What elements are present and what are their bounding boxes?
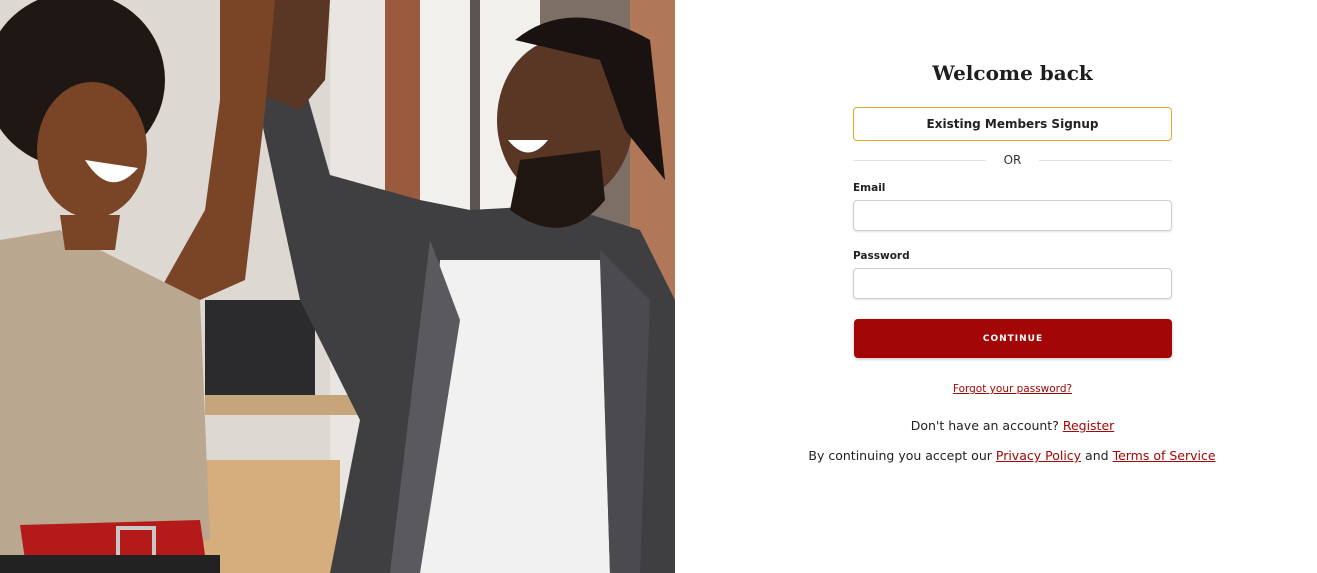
and-text: and (1085, 448, 1109, 463)
divider-line-right (1039, 159, 1173, 161)
divider-line-left (853, 159, 986, 161)
continue-button[interactable]: CONTINUE (854, 319, 1172, 358)
terms-of-service-link[interactable]: Terms of Service (1113, 448, 1216, 463)
no-account-text: Don't have an account? (910, 418, 1059, 433)
people-high-five-photo (0, 0, 675, 573)
register-row: Don't have an account? Register (853, 418, 1172, 434)
hero-image (0, 0, 675, 573)
existing-members-signup-button[interactable]: Existing Members Signup (853, 107, 1172, 141)
password-label: Password (853, 250, 910, 262)
forgot-password-link[interactable]: Forgot your password? (953, 383, 1072, 395)
forgot-password-row: Forgot your password? (853, 380, 1172, 396)
divider-text: OR (1003, 153, 1022, 167)
password-field[interactable] (853, 268, 1172, 299)
terms-row: By continuing you accept our Privacy Pol… (790, 448, 1234, 464)
privacy-policy-link[interactable]: Privacy Policy (996, 448, 1081, 463)
terms-prefix-text: By continuing you accept our (808, 448, 992, 463)
register-link[interactable]: Register (1063, 418, 1114, 433)
or-divider: OR (853, 141, 1173, 179)
email-label: Email (853, 182, 886, 194)
page-title: Welcome back (932, 61, 1093, 85)
login-form: Welcome back Existing Members Signup OR … (853, 58, 1173, 434)
email-field[interactable] (853, 200, 1172, 231)
